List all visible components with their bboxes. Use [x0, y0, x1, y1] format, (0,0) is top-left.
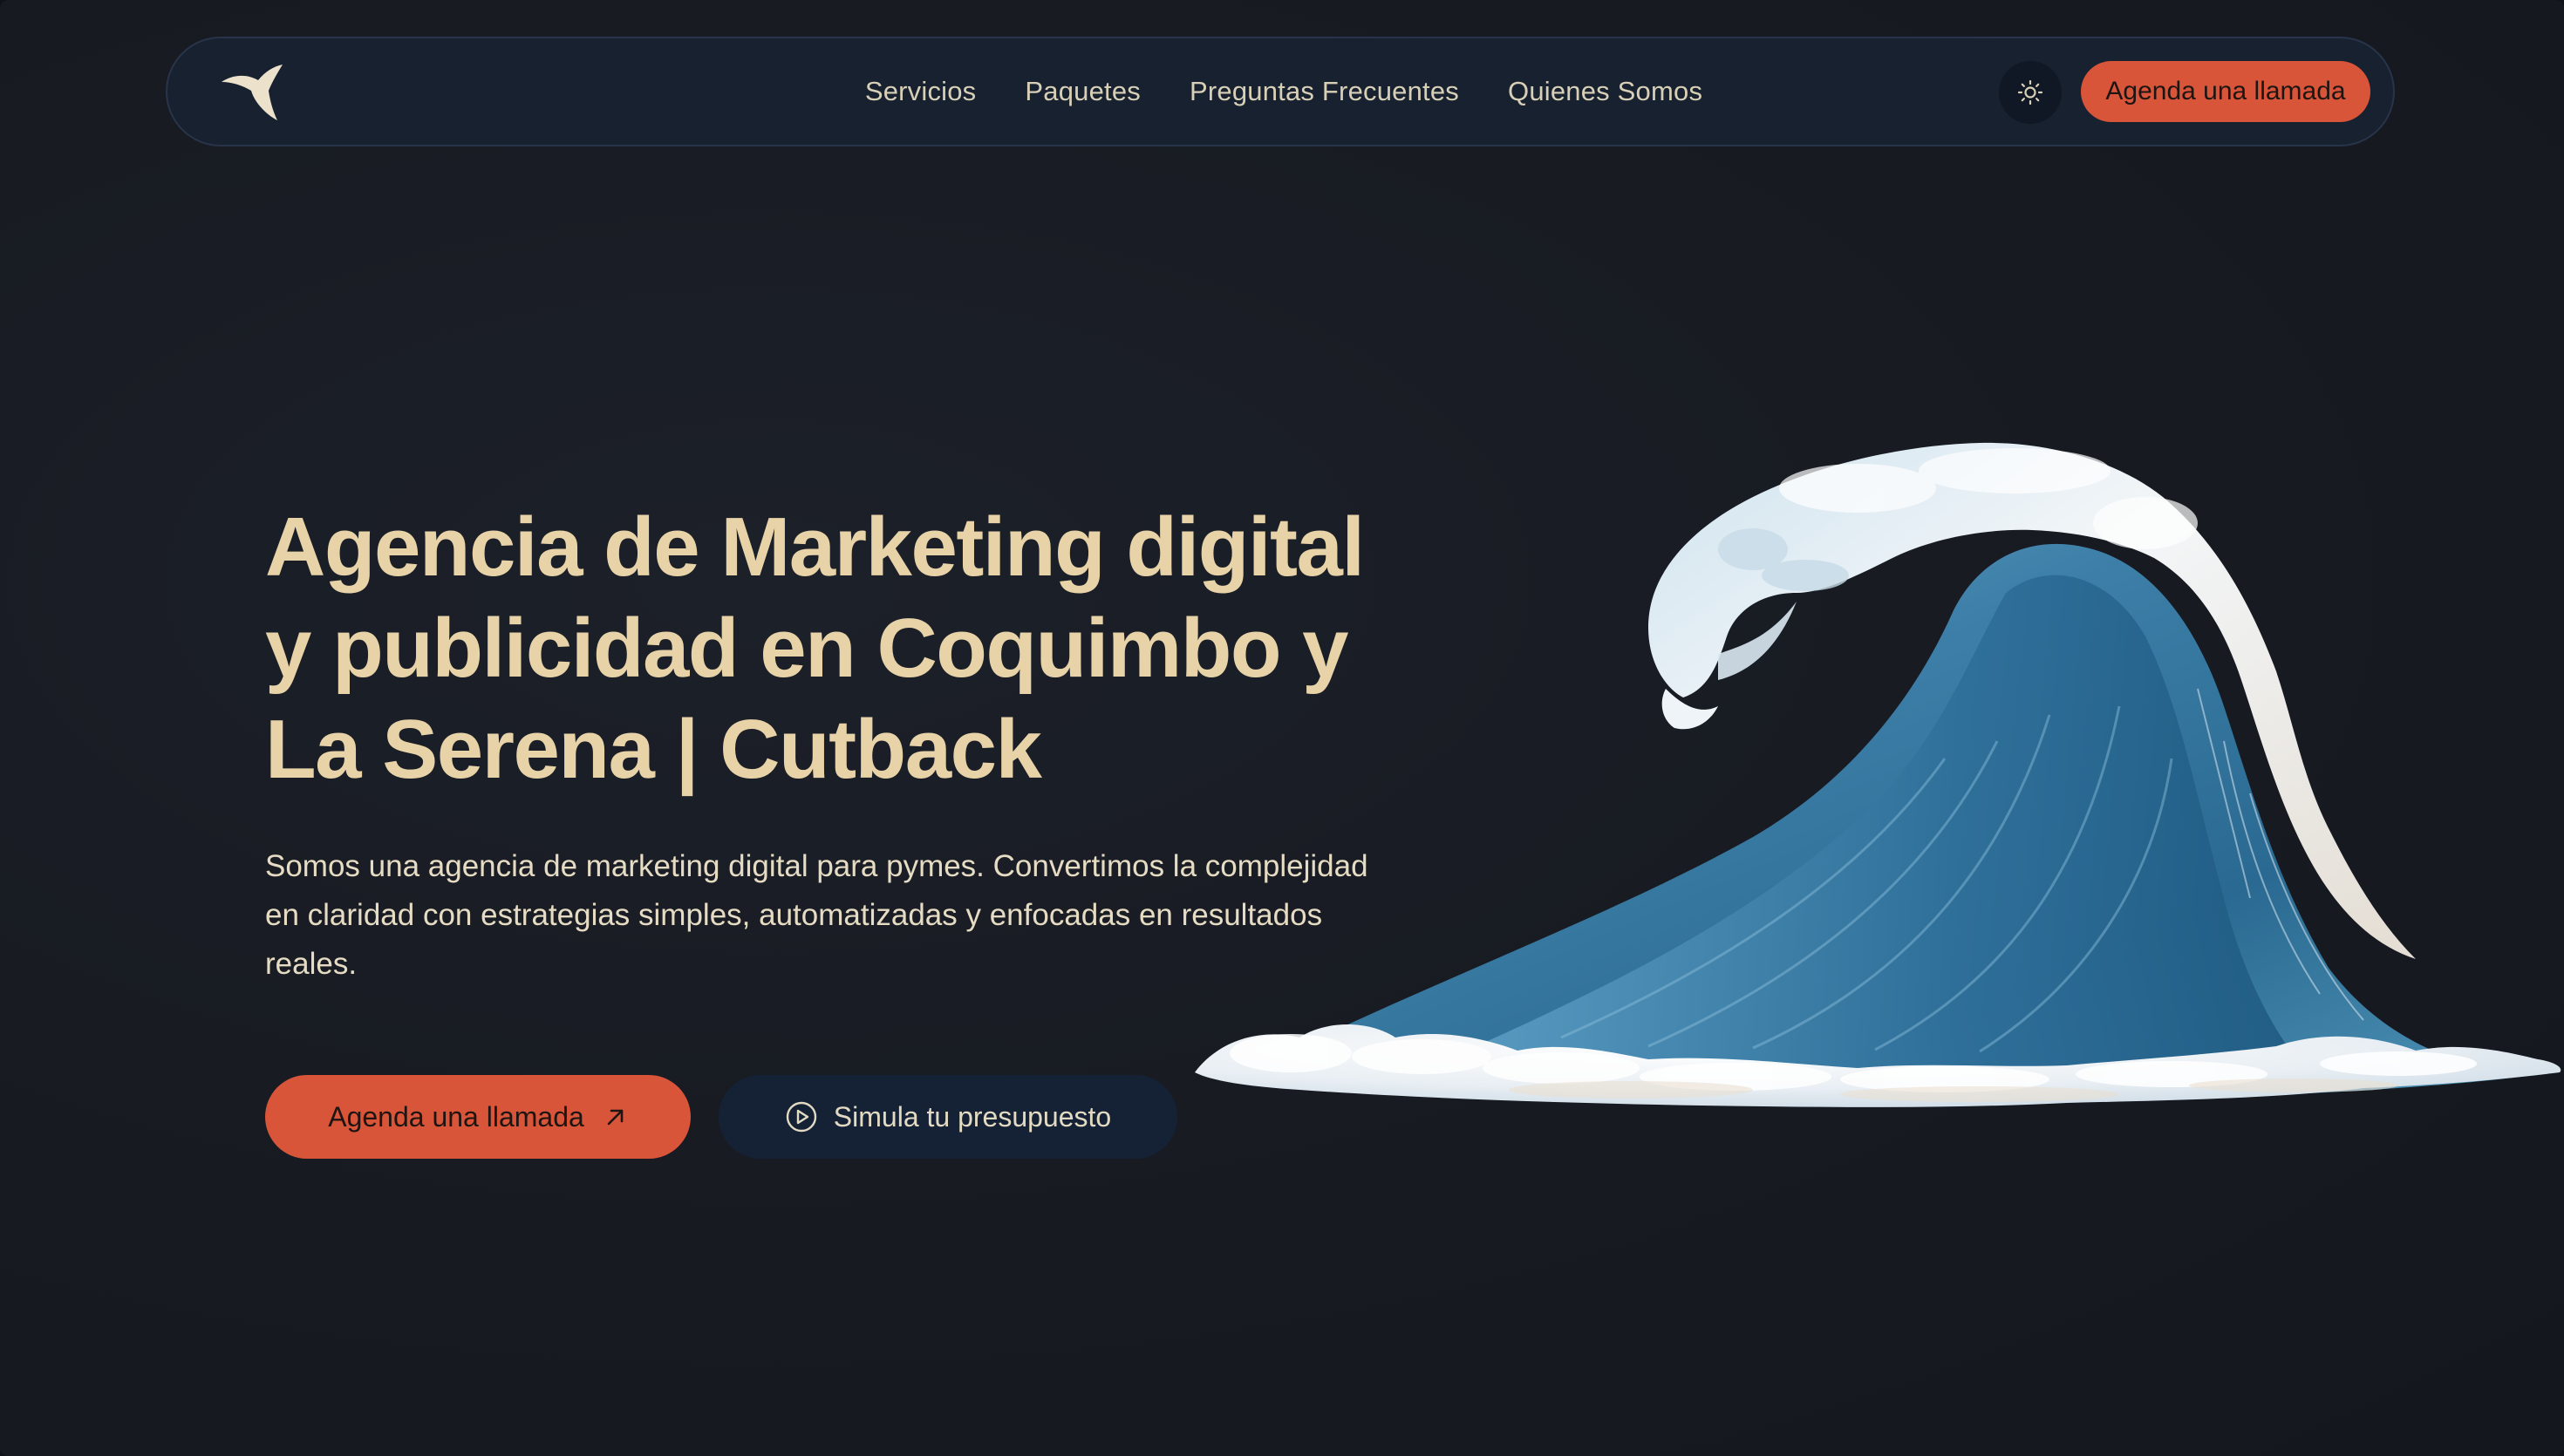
play-circle-icon: [785, 1100, 818, 1133]
budget-simulator-label: Simula tu presupuesto: [833, 1100, 1112, 1133]
page: Servicios Paquetes Preguntas Frecuentes …: [0, 0, 2564, 1456]
nav-link-servicios[interactable]: Servicios: [865, 76, 977, 107]
schedule-call-button[interactable]: Agenda una llamada: [265, 1075, 691, 1159]
arrow-up-right-icon: [603, 1105, 628, 1129]
cutback-logo-icon[interactable]: [220, 65, 286, 122]
sun-icon: [2017, 79, 2043, 105]
hero-subtitle-line-3: reales.: [265, 947, 358, 981]
hero-subtitle-line-2: en claridad con estrategias simples, aut…: [265, 898, 1323, 932]
budget-simulator-button[interactable]: Simula tu presupuesto: [719, 1075, 1177, 1159]
nav-link-quienes-somos[interactable]: Quienes Somos: [1508, 76, 1702, 107]
hero-title-line-3: La Serena | Cutback: [265, 703, 1042, 796]
navbar: Servicios Paquetes Preguntas Frecuentes …: [166, 37, 2395, 146]
nav-schedule-call-button[interactable]: Agenda una llamada: [2081, 61, 2370, 122]
schedule-call-label: Agenda una llamada: [328, 1100, 584, 1133]
nav-link-preguntas-frecuentes[interactable]: Preguntas Frecuentes: [1190, 76, 1459, 107]
ocean-wave-image: [1195, 442, 2561, 1107]
theme-toggle-button[interactable]: [1999, 61, 2062, 124]
nav-link-paquetes[interactable]: Paquetes: [1025, 76, 1141, 107]
hero-title-line-2: y publicidad en Coquimbo y: [265, 602, 1349, 695]
